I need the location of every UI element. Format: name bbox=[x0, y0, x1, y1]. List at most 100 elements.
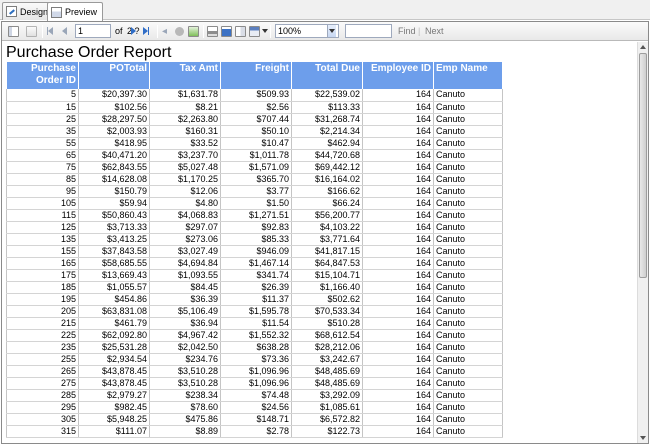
table-cell: 164 bbox=[362, 425, 434, 438]
table-cell: 165 bbox=[6, 257, 79, 270]
chevron-up-icon bbox=[640, 45, 646, 49]
print-layout-button[interactable] bbox=[221, 25, 232, 37]
table-cell: $70,533.34 bbox=[291, 305, 363, 318]
last-page-button[interactable] bbox=[143, 25, 149, 37]
next-link[interactable]: Next bbox=[425, 25, 444, 37]
table-cell: $238.34 bbox=[149, 389, 221, 402]
table-cell: $13,669.43 bbox=[78, 269, 150, 282]
table-cell: $63,831.08 bbox=[78, 305, 150, 318]
table-cell: $24.56 bbox=[220, 401, 292, 414]
save-disk-icon bbox=[249, 25, 260, 37]
table-row: 55 $418.95 $33.52 $10.47 $462.94 164 Canuto bbox=[6, 137, 503, 150]
table-cell: $707.44 bbox=[220, 113, 292, 126]
table-row: 165 $58,685.55 $4,694.84 $1,467.14 $64,847.5… bbox=[6, 257, 503, 270]
table-cell: 85 bbox=[6, 173, 79, 186]
table-cell: $25,531.28 bbox=[78, 341, 150, 354]
table-cell: 164 bbox=[362, 113, 434, 126]
table-cell: $2,934.54 bbox=[78, 353, 150, 366]
column-header-emp-name: Emp Name bbox=[433, 62, 503, 89]
table-cell: 35 bbox=[6, 125, 79, 138]
document-map-button[interactable] bbox=[8, 25, 19, 37]
zoom-select[interactable]: 100% bbox=[275, 24, 339, 38]
table-cell: Canuto bbox=[433, 233, 503, 246]
table-cell: $59.94 bbox=[78, 197, 150, 210]
table-cell: $1.50 bbox=[220, 197, 292, 210]
find-link[interactable]: Find bbox=[398, 25, 416, 37]
first-page-button[interactable] bbox=[47, 25, 53, 37]
tab-preview[interactable]: Preview bbox=[47, 2, 104, 21]
table-cell: $1,096.96 bbox=[220, 377, 292, 390]
export-button[interactable] bbox=[249, 25, 268, 37]
table-cell: $1,085.61 bbox=[291, 401, 363, 414]
scroll-down-button[interactable] bbox=[638, 433, 648, 443]
table-cell: $2,003.93 bbox=[78, 125, 150, 138]
table-cell: $40,471.20 bbox=[78, 149, 150, 162]
table-cell: 164 bbox=[362, 161, 434, 174]
table-cell: $15,104.71 bbox=[291, 269, 363, 282]
table-cell: Canuto bbox=[433, 101, 503, 114]
table-cell: $1,093.55 bbox=[149, 269, 221, 282]
table-cell: Canuto bbox=[433, 89, 503, 102]
table-header-row: Purchase Order ID POTotal Tax Amt Freigh… bbox=[6, 62, 503, 89]
scrollbar-thumb[interactable] bbox=[639, 53, 647, 278]
table-cell: 75 bbox=[6, 161, 79, 174]
chevron-down-icon bbox=[640, 436, 646, 440]
find-separator: | bbox=[418, 26, 421, 36]
table-cell: $475.86 bbox=[149, 413, 221, 426]
table-row: 205 $63,831.08 $5,106.49 $1,595.78 $70,533.3… bbox=[6, 305, 503, 318]
previous-page-icon bbox=[62, 27, 67, 35]
table-cell: $4,068.83 bbox=[149, 209, 221, 222]
table-cell: $4,694.84 bbox=[149, 257, 221, 270]
table-cell: $509.93 bbox=[220, 89, 292, 102]
table-cell: $26.39 bbox=[220, 281, 292, 294]
toolbar-separator bbox=[42, 25, 43, 38]
vertical-scrollbar[interactable] bbox=[637, 42, 648, 443]
table-cell: $510.28 bbox=[291, 317, 363, 330]
next-page-button[interactable] bbox=[127, 25, 139, 37]
table-row: 185 $1,055.57 $84.45 $26.39 $1,166.40 164 Canu… bbox=[6, 281, 503, 294]
zoom-dropdown-arrow[interactable] bbox=[327, 25, 336, 37]
refresh-button[interactable] bbox=[188, 25, 199, 37]
scroll-up-button[interactable] bbox=[638, 42, 648, 52]
print-button[interactable] bbox=[207, 25, 218, 37]
table-row: 125 $3,713.33 $297.07 $92.83 $4,103.22 164 Can… bbox=[6, 221, 503, 234]
table-cell: $4,967.42 bbox=[149, 329, 221, 342]
table-row: 105 $59.94 $4.80 $1.50 $66.24 164 Canuto bbox=[6, 197, 503, 210]
table-cell: Canuto bbox=[433, 161, 503, 174]
table-row: 275 $43,878.45 $3,510.28 $1,096.96 $48,485.6… bbox=[6, 377, 503, 390]
table-cell: $461.79 bbox=[78, 317, 150, 330]
page-setup-button[interactable] bbox=[235, 25, 246, 37]
table-cell: $6,572.82 bbox=[291, 413, 363, 426]
table-cell: 164 bbox=[362, 185, 434, 198]
table-row: 75 $62,843.55 $5,027.48 $1,571.09 $69,442.12… bbox=[6, 161, 503, 174]
table-cell: $1,467.14 bbox=[220, 257, 292, 270]
table-cell: $50,860.43 bbox=[78, 209, 150, 222]
page-number-input[interactable] bbox=[75, 24, 111, 38]
table-row: 315 $111.07 $8.89 $2.78 $122.73 164 Canuto bbox=[6, 425, 503, 438]
report-page: Purchase Order Report Purchase Order ID … bbox=[4, 42, 637, 443]
document-map-icon bbox=[8, 25, 19, 37]
table-cell: 164 bbox=[362, 125, 434, 138]
back-button[interactable]: ◂ bbox=[162, 25, 167, 37]
stop-button[interactable] bbox=[175, 25, 184, 37]
table-cell: 125 bbox=[6, 221, 79, 234]
table-cell: Canuto bbox=[433, 425, 503, 438]
table-cell: $1,055.57 bbox=[78, 281, 150, 294]
table-cell: 164 bbox=[362, 269, 434, 282]
table-cell: 5 bbox=[6, 89, 79, 102]
table-cell: 164 bbox=[362, 329, 434, 342]
previous-page-button[interactable] bbox=[62, 25, 67, 37]
table-row: 85 $14,628.08 $1,170.25 $365.70 $16,164.02 16… bbox=[6, 173, 503, 186]
table-cell: 65 bbox=[6, 149, 79, 162]
table-cell: 164 bbox=[362, 401, 434, 414]
table-cell: 164 bbox=[362, 389, 434, 402]
table-cell: $1,011.78 bbox=[220, 149, 292, 162]
table-cell: 225 bbox=[6, 329, 79, 342]
table-cell: $3,771.64 bbox=[291, 233, 363, 246]
table-cell: $2,214.34 bbox=[291, 125, 363, 138]
find-input[interactable] bbox=[345, 24, 392, 38]
table-cell: 115 bbox=[6, 209, 79, 222]
table-cell: 164 bbox=[362, 101, 434, 114]
parameters-button[interactable] bbox=[26, 25, 37, 37]
table-cell: $8.21 bbox=[149, 101, 221, 114]
